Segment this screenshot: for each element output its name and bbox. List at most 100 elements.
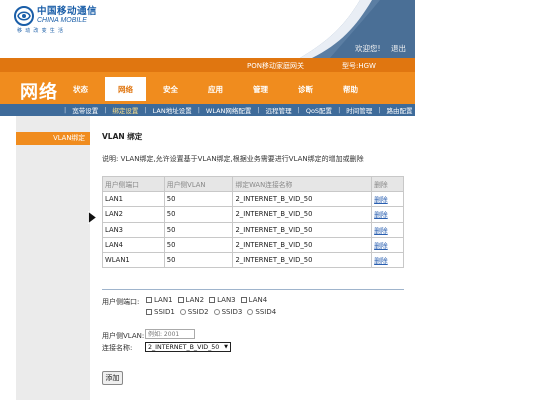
cell-user-vlan: 50	[163, 191, 234, 208]
connection-name-select[interactable]: 2_INTERNET_B_VID_50 ▼	[145, 342, 231, 352]
column-header-wan-name: 绑定WAN连接名称	[232, 175, 373, 193]
subtab-routing[interactable]: 路由配置	[380, 105, 418, 115]
table-row: LAN4 50 2_INTERNET_B_VID_50 删除	[102, 236, 404, 253]
delete-link[interactable]: 删除	[371, 236, 404, 253]
lan4-label: LAN4	[248, 296, 268, 304]
cell-user-vlan: 50	[163, 206, 234, 223]
cell-wan-name: 2_INTERNET_B_VID_50	[232, 236, 373, 253]
lan2-label: LAN2	[185, 296, 205, 304]
subtab-wlan-config[interactable]: WLAN网络配置	[200, 105, 258, 115]
page-description: 说明: VLAN绑定,允许设置基于VLAN绑定,根据业务需要进行VLAN绑定的增…	[102, 155, 364, 163]
china-mobile-logo-icon	[14, 6, 34, 26]
ssid3-label: SSID3	[221, 308, 243, 316]
delete-link[interactable]: 删除	[371, 251, 404, 269]
section-divider	[102, 289, 404, 290]
table-row: LAN2 50 2_INTERNET_B_VID_50 删除	[102, 206, 404, 223]
cell-wan-name: 2_INTERNET_B_VID_50	[232, 206, 373, 223]
lan1-option[interactable]: LAN1	[146, 296, 173, 304]
main-content: VLAN 绑定 说明: VLAN绑定,允许设置基于VLAN绑定,根据业务需要进行…	[94, 116, 415, 400]
subtab-remote-management[interactable]: 远程管理	[260, 105, 298, 115]
sub-tabs: | 宽带设置 | 绑定设置 | LAN地址设置 | WLAN网络配置 | 远程管…	[0, 104, 415, 116]
logo-slogan: 移动改变生活	[17, 28, 67, 34]
vlan-binding-table: 用户侧端口 用户侧VLAN 绑定WAN连接名称 删除 LAN1 50 2_INT…	[102, 175, 404, 269]
cell-wan-name: 2_INTERNET_B_VID_50	[232, 191, 373, 208]
ssid4-option[interactable]: SSID4	[247, 308, 276, 316]
main-tabs: 状态 网络 安全 应用 管理 诊断 帮助	[60, 77, 375, 101]
connection-name-label: 连接名称:	[102, 344, 133, 352]
lan4-checkbox[interactable]	[240, 297, 247, 303]
china-mobile-logo: 中国移动通信 CHINA MOBILE	[14, 6, 97, 26]
table-row: WLAN1 50 2_INTERNET_B_VID_50 删除	[102, 251, 404, 269]
subtab-time-management[interactable]: 时间管理	[340, 105, 378, 115]
cell-user-port: LAN2	[102, 206, 165, 223]
table-header-row: 用户侧端口 用户侧VLAN 绑定WAN连接名称 删除	[102, 175, 404, 193]
subtab-binding[interactable]: 绑定设置	[106, 105, 144, 115]
cell-wan-name: 2_INTERNET_B_VID_50	[232, 221, 373, 238]
tab-security[interactable]: 安全	[150, 77, 191, 101]
tab-diagnostics[interactable]: 诊断	[285, 77, 326, 101]
cell-user-vlan: 50	[163, 251, 234, 269]
page-title: VLAN 绑定	[102, 132, 143, 141]
chevron-down-icon: ▼	[224, 344, 228, 350]
mouse-pointer-icon	[88, 211, 97, 224]
device-name: PON移动家庭网关	[247, 62, 304, 70]
tab-help[interactable]: 帮助	[330, 77, 371, 101]
subtab-qos[interactable]: QoS配置	[300, 105, 338, 115]
ssid1-label: SSID1	[154, 308, 175, 316]
lan-port-options: LAN1 LAN2 LAN3 LAN4	[146, 296, 272, 304]
subtab-lan-address[interactable]: LAN地址设置	[147, 105, 198, 115]
table-row: LAN1 50 2_INTERNET_B_VID_50 删除	[102, 191, 404, 208]
table-row: LAN3 50 2_INTERNET_B_VID_50 删除	[102, 221, 404, 238]
left-sidebar: VLAN绑定	[16, 116, 90, 400]
cell-user-vlan: 50	[163, 236, 234, 253]
cell-user-port: LAN4	[102, 236, 165, 253]
ssid2-label: SSID2	[187, 308, 209, 316]
delete-link[interactable]: 删除	[371, 221, 404, 238]
ssid3-radio[interactable]	[213, 309, 220, 315]
column-header-user-vlan: 用户侧VLAN	[163, 175, 234, 193]
device-model: 型号:HGW	[342, 62, 376, 70]
column-header-delete: 删除	[371, 175, 404, 193]
lan3-label: LAN3	[217, 296, 236, 304]
column-header-user-port: 用户侧端口	[102, 175, 165, 193]
lan2-checkbox[interactable]	[177, 297, 184, 303]
delete-link[interactable]: 删除	[371, 206, 404, 223]
lan3-checkbox[interactable]	[209, 297, 216, 303]
subtab-broadband[interactable]: 宽带设置	[66, 105, 104, 115]
lan1-label: LAN1	[154, 296, 173, 304]
connection-name-value: 2_INTERNET_B_VID_50	[148, 343, 220, 351]
ssid2-option[interactable]: SSID2	[179, 308, 209, 316]
cell-wan-name: 2_INTERNET_B_VID_50	[232, 251, 373, 269]
logo-chinese-name: 中国移动通信	[37, 6, 98, 17]
lan3-option[interactable]: LAN3	[209, 296, 236, 304]
device-info-strip: PON移动家庭网关 型号:HGW	[0, 58, 415, 72]
ssid4-radio[interactable]	[247, 309, 254, 315]
section-title: 网络	[20, 82, 58, 103]
logout-link[interactable]: 退出	[391, 43, 406, 54]
tab-network[interactable]: 网络	[105, 77, 146, 101]
tab-management[interactable]: 管理	[240, 77, 281, 101]
cell-user-port: LAN1	[102, 191, 165, 208]
ssid4-label: SSID4	[255, 308, 277, 316]
ssid3-option[interactable]: SSID3	[213, 308, 243, 316]
add-button[interactable]: 添加	[102, 371, 123, 385]
ssid1-checkbox[interactable]	[146, 309, 152, 315]
user-vlan-input[interactable]	[145, 329, 195, 339]
welcome-text: 欢迎您!	[355, 44, 381, 53]
header-banner: 中国移动通信 CHINA MOBILE 移动改变生活 欢迎您! 退出	[0, 0, 415, 58]
ssid1-option[interactable]: SSID1	[146, 308, 175, 316]
cell-user-vlan: 50	[163, 221, 234, 238]
user-port-label: 用户侧端口:	[102, 298, 140, 306]
lan4-option[interactable]: LAN4	[240, 296, 268, 304]
tab-application[interactable]: 应用	[195, 77, 236, 101]
lan2-option[interactable]: LAN2	[177, 296, 205, 304]
logo-english-name: CHINA MOBILE	[37, 17, 87, 24]
ssid-port-options: SSID1 SSID2 SSID3 SSID4	[146, 308, 281, 316]
tab-status[interactable]: 状态	[60, 77, 101, 101]
sidebar-item-vlan-binding[interactable]: VLAN绑定	[16, 132, 90, 145]
cell-user-port: LAN3	[102, 221, 165, 238]
ssid2-radio[interactable]	[179, 309, 186, 315]
delete-link[interactable]: 删除	[371, 191, 404, 208]
lan1-checkbox[interactable]	[146, 297, 152, 303]
user-vlan-label: 用户侧VLAN:	[102, 332, 145, 340]
